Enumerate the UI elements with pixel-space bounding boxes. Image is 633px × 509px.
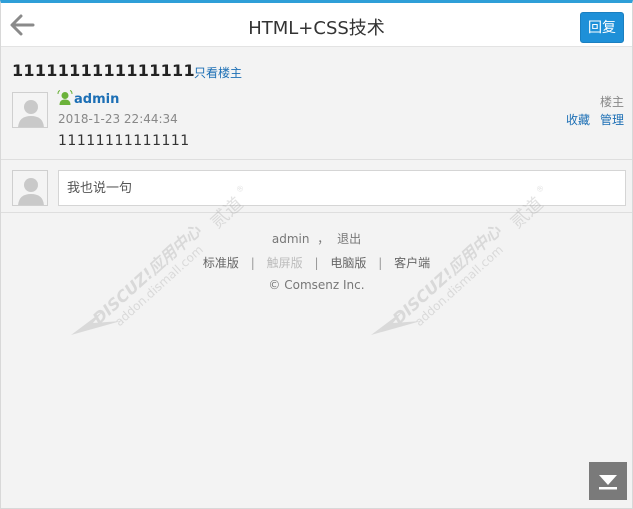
post-content: 11111111111111 bbox=[58, 133, 190, 149]
only-op-link[interactable]: 只看楼主 bbox=[194, 64, 242, 81]
touch-version-label: 触屏版 bbox=[266, 256, 303, 270]
post-timestamp: 2018-1-23 22:44:34 bbox=[58, 112, 178, 126]
footer-copyright: © Comsenz Inc. bbox=[268, 278, 365, 292]
avatar bbox=[12, 170, 48, 206]
footer-user-links: admin ， 退出 bbox=[1, 230, 632, 247]
separator: | bbox=[314, 256, 319, 270]
default-avatar-icon bbox=[13, 171, 47, 205]
footer-comma: ， bbox=[317, 232, 330, 246]
online-user-icon bbox=[57, 90, 73, 105]
reply-input[interactable] bbox=[58, 170, 626, 206]
logout-link[interactable]: 退出 bbox=[337, 232, 361, 246]
client-link[interactable]: 客户端 bbox=[394, 256, 430, 270]
default-avatar-icon bbox=[13, 93, 47, 127]
avatar[interactable] bbox=[12, 92, 48, 128]
header-bar: HTML+CSS技术 回复 bbox=[1, 3, 632, 47]
separator: | bbox=[378, 256, 383, 270]
scroll-to-bottom-icon bbox=[599, 475, 617, 490]
manage-link[interactable]: 管理 bbox=[600, 111, 624, 128]
separator: | bbox=[250, 256, 255, 270]
author-name[interactable]: admin bbox=[74, 92, 119, 107]
thread-title: 1111111111111111 bbox=[12, 61, 195, 80]
standard-version-link[interactable]: 标准版 bbox=[203, 256, 239, 270]
page-frame: HTML+CSS技术 回复 1111111111111111 只看楼主 admi… bbox=[0, 0, 633, 509]
thread-post: 1111111111111111 只看楼主 admin 2018-1-23 22… bbox=[1, 48, 632, 158]
scroll-to-bottom-button[interactable] bbox=[589, 462, 627, 500]
quick-reply-bar bbox=[1, 160, 632, 212]
footer-version-links: 标准版 | 触屏版 | 电脑版 | 客户端 bbox=[1, 254, 632, 271]
reply-button[interactable]: 回复 bbox=[580, 12, 624, 43]
desktop-version-link[interactable]: 电脑版 bbox=[330, 256, 366, 270]
footer-username[interactable]: admin bbox=[272, 232, 310, 246]
floor-label: 楼主 bbox=[599, 95, 624, 109]
favorite-link[interactable]: 收藏 bbox=[566, 111, 590, 128]
divider bbox=[1, 212, 632, 213]
page-title: HTML+CSS技术 bbox=[248, 18, 385, 39]
